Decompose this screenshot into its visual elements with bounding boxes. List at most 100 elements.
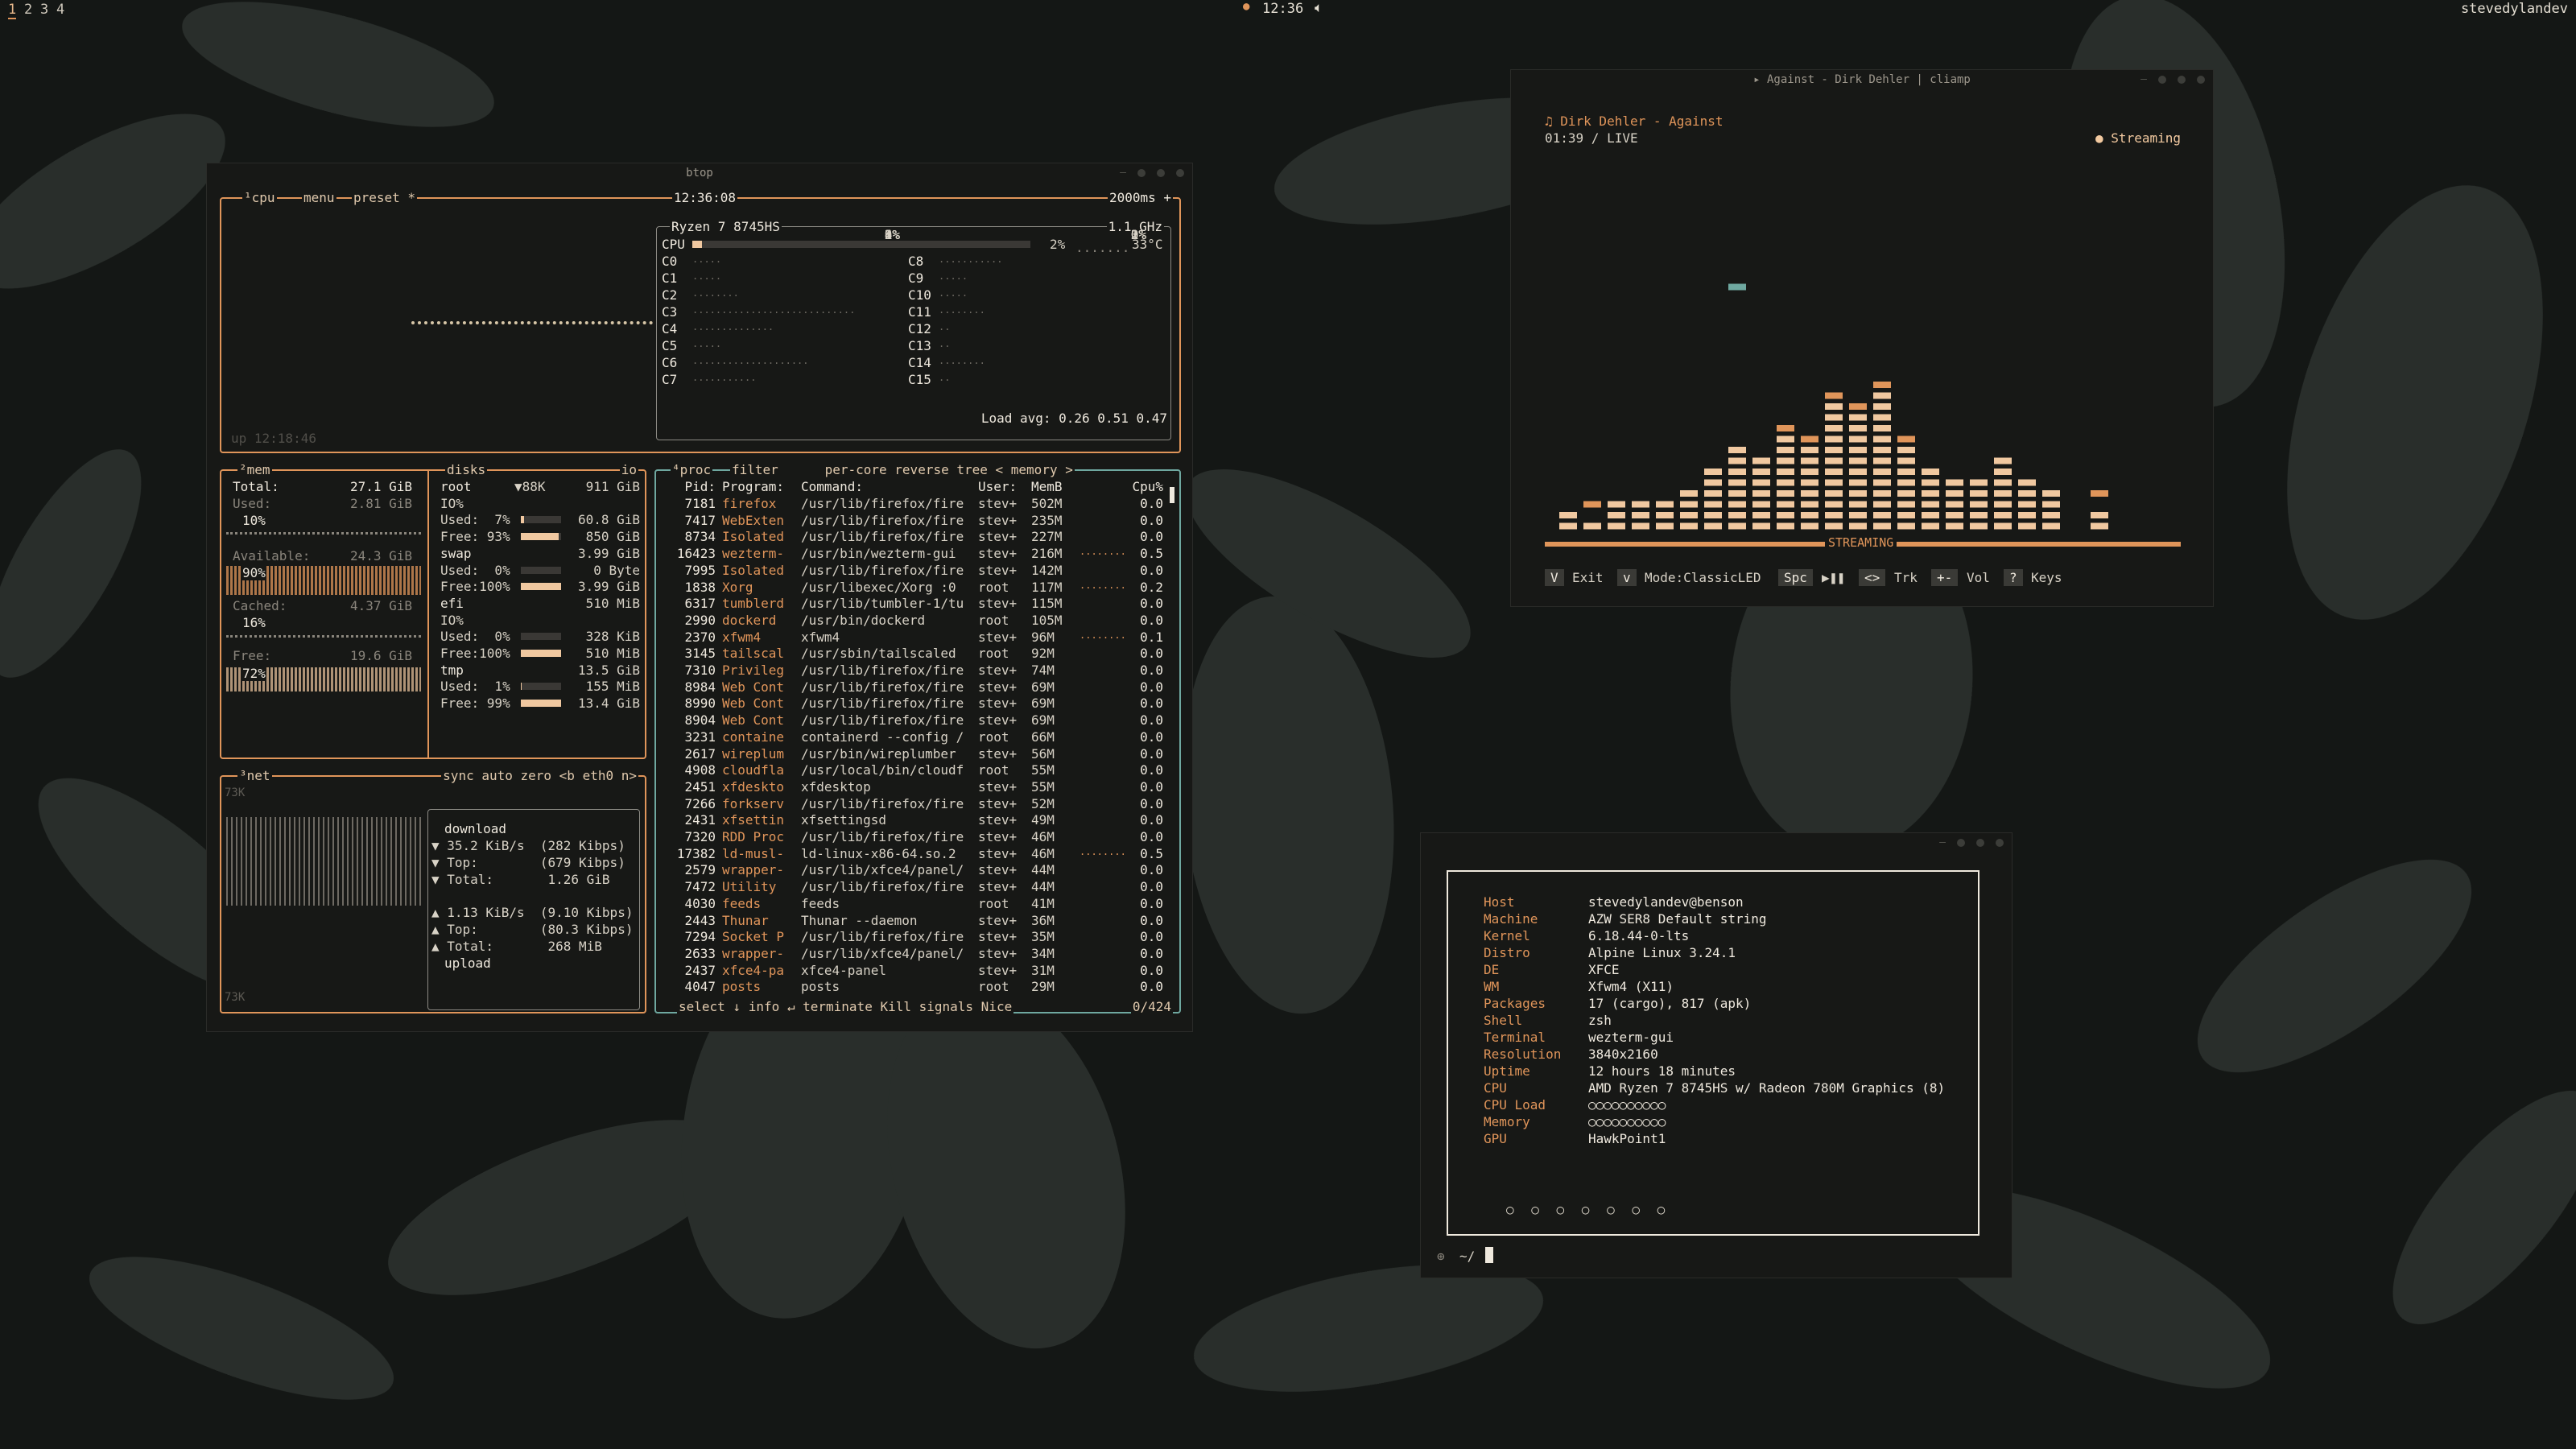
mem-used: 2.81 GiB: [350, 496, 413, 511]
close-button[interactable]: [1157, 168, 1165, 177]
proc-header-pid: Pid:: [684, 479, 716, 494]
spectrum-cell: [1994, 457, 2012, 464]
proc-cell: 46M: [1031, 845, 1055, 861]
spectrum-cell: [1583, 522, 1601, 530]
close-button[interactable]: [2178, 75, 2186, 84]
extra-button[interactable]: [2197, 75, 2205, 84]
fetch-terminal-window[interactable]: – Host stevedylandev@benson Machine AZW SER…: [1420, 832, 2013, 1278]
spectrum-cell: [1752, 512, 1770, 518]
proc-footer[interactable]: select ↓ info ↵ terminate Kill signals N…: [677, 999, 1014, 1015]
menu-tab[interactable]: menu: [302, 190, 336, 206]
proc-cell: 8990: [684, 696, 716, 712]
disks-title: disks: [445, 462, 488, 478]
spectrum-cell: [1632, 512, 1649, 518]
mem-title[interactable]: ²mem: [237, 462, 272, 478]
username[interactable]: stevedylandev: [2461, 1, 2568, 17]
proc-cell: 17382: [676, 845, 716, 861]
workspace-2[interactable]: 2: [24, 2, 32, 18]
minimize-icon[interactable]: –: [2140, 73, 2147, 85]
cpu-tab[interactable]: ¹cpu: [242, 190, 277, 206]
core-graph: ............................: [692, 304, 856, 316]
proc-cell: 8734: [684, 529, 716, 545]
volume-icon[interactable]: 🔈︎: [1315, 0, 1323, 16]
io-toggle[interactable]: io: [619, 462, 638, 478]
workspace-4[interactable]: 4: [56, 2, 64, 18]
close-button[interactable]: [1976, 838, 1984, 847]
spectrum-cell: [1656, 512, 1674, 518]
proc-cell: 29M: [1031, 979, 1055, 995]
spectrum-cell: [1728, 479, 1746, 486]
proc-cell: 7995: [684, 562, 716, 578]
proc-cell: stev+: [978, 529, 1018, 545]
spectrum-cell: [2042, 501, 2060, 508]
preset-tab[interactable]: preset *: [352, 190, 418, 206]
workspace-3[interactable]: 3: [40, 2, 48, 18]
proc-cell: stev+: [978, 629, 1018, 645]
spectrum-cell: [1825, 522, 1843, 530]
proc-title[interactable]: ⁴proc: [671, 462, 713, 478]
spectrum-cell: [1680, 490, 1698, 497]
proc-cell: /usr/lib/tumbler-1/tu: [801, 596, 964, 612]
proc-options[interactable]: filter per-core reverse tree < memory >: [730, 462, 1075, 478]
disk-bar-bg: [521, 566, 561, 574]
spectrum-cell: [1728, 501, 1746, 508]
proc-cell: 2451: [684, 778, 716, 795]
key-badge[interactable]: +-: [1931, 569, 1959, 587]
proc-cell: /usr/lib/firefox/fire: [801, 512, 964, 528]
proc-cell: 216M: [1031, 546, 1063, 562]
cursor[interactable]: [1485, 1247, 1493, 1263]
extra-button[interactable]: [1176, 168, 1184, 177]
info-value: AMD Ryzen 7 8745HS w/ Radeon 780M Graphi…: [1588, 1080, 1946, 1096]
workspace-1[interactable]: 1: [8, 2, 17, 20]
cliamp-window[interactable]: ▸ Against - Dirk Dehler | cliamp – ♫ Dir…: [1510, 69, 2214, 607]
proc-cell: /usr/lib/firefox/fire: [801, 879, 964, 895]
proc-cell: root: [978, 762, 1009, 778]
minimize-icon[interactable]: –: [1939, 836, 1946, 848]
proc-cell: 7417: [684, 512, 716, 528]
key-badge[interactable]: <>: [1859, 569, 1886, 587]
core-graph: ....................: [692, 355, 809, 366]
btop-window[interactable]: btop – ¹cpu menu preset * 12:36:08 2000m…: [206, 163, 1193, 1032]
proc-cell: 52M: [1031, 795, 1055, 811]
spectrum-cell: [1608, 522, 1625, 530]
playback-time: 01:39 / LIVE: [1545, 130, 1638, 146]
minimize-icon[interactable]: –: [1120, 167, 1126, 179]
key-badge[interactable]: ?: [2004, 569, 2023, 587]
clock[interactable]: 12:36: [1262, 1, 1303, 17]
btop-titlebar[interactable]: btop: [207, 163, 1192, 183]
key-badge[interactable]: Spc: [1778, 569, 1813, 587]
update-interval[interactable]: 2000ms +: [1107, 190, 1173, 206]
proc-cell: Web Cont: [722, 679, 785, 695]
maximize-button[interactable]: [1137, 168, 1146, 177]
spectrum-cell: [1970, 512, 1988, 518]
uptime: up 12:18:46: [231, 431, 316, 446]
proc-cell: 0.5: [1140, 546, 1163, 562]
extra-button[interactable]: [1996, 838, 2004, 847]
proc-cell: 92M: [1031, 646, 1055, 662]
proc-cell: 69M: [1031, 679, 1055, 695]
proc-scrollbar[interactable]: [1170, 487, 1174, 503]
spectrum-cell: [2018, 522, 2036, 530]
spectrum-cell: [1873, 479, 1891, 486]
maximize-button[interactable]: [1957, 838, 1965, 847]
proc-cell: 2370: [684, 629, 716, 645]
key-badge[interactable]: v: [1617, 569, 1637, 587]
spectrum-cell: [1801, 436, 1818, 443]
net-title[interactable]: ³net: [237, 768, 272, 784]
proc-cell: stev+: [978, 879, 1018, 895]
proc-cell: Socket P: [722, 929, 785, 945]
cliamp-titlebar[interactable]: ▸ Against - Dirk Dehler | cliamp: [1511, 70, 2213, 89]
spectrum-cell: [1704, 522, 1722, 530]
key-badge[interactable]: V: [1545, 569, 1564, 587]
proc-cell: 2579: [684, 862, 716, 878]
spectrum-cell: [1801, 512, 1818, 518]
maximize-button[interactable]: [2158, 75, 2166, 84]
proc-cell: xfdeskto: [722, 778, 785, 795]
info-key: Kernel: [1484, 928, 1530, 943]
net-options[interactable]: sync auto zero <b eth0 n>: [441, 768, 638, 784]
disk-bar-bg: [521, 516, 561, 524]
proc-cpu-graph: ........: [1080, 579, 1126, 591]
spectrum-cell: [1946, 512, 1963, 518]
proc-cell: posts: [801, 979, 840, 995]
proc-cell: 227M: [1031, 529, 1063, 545]
